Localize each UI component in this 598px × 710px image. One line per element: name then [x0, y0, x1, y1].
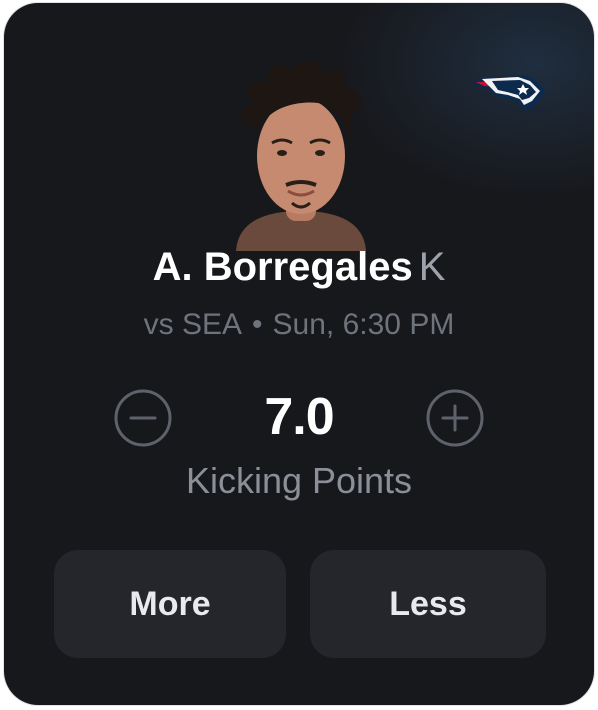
player-name: A. Borregales [152, 245, 413, 289]
plus-circle-icon [426, 389, 484, 447]
game-info: vs SEA • Sun, 6:30 PM [4, 305, 594, 345]
projection-value: 7.0 [264, 388, 334, 446]
separator-dot: • [252, 308, 263, 341]
player-projection-card: A. Borregales K vs SEA • Sun, 6:30 PM 7.0 K… [4, 3, 594, 705]
stat-label: Kicking Points [185, 460, 413, 501]
less-button[interactable]: Less [310, 550, 546, 658]
patriots-logo-icon [476, 75, 546, 111]
game-time: Sun, 6:30 PM [272, 308, 455, 341]
player-position: K [418, 245, 446, 289]
increase-button[interactable] [425, 388, 485, 448]
player-headshot [236, 61, 366, 251]
opponent: vs SEA [143, 308, 243, 341]
more-button[interactable]: More [54, 550, 286, 658]
player-title: A. Borregales K [4, 241, 594, 293]
